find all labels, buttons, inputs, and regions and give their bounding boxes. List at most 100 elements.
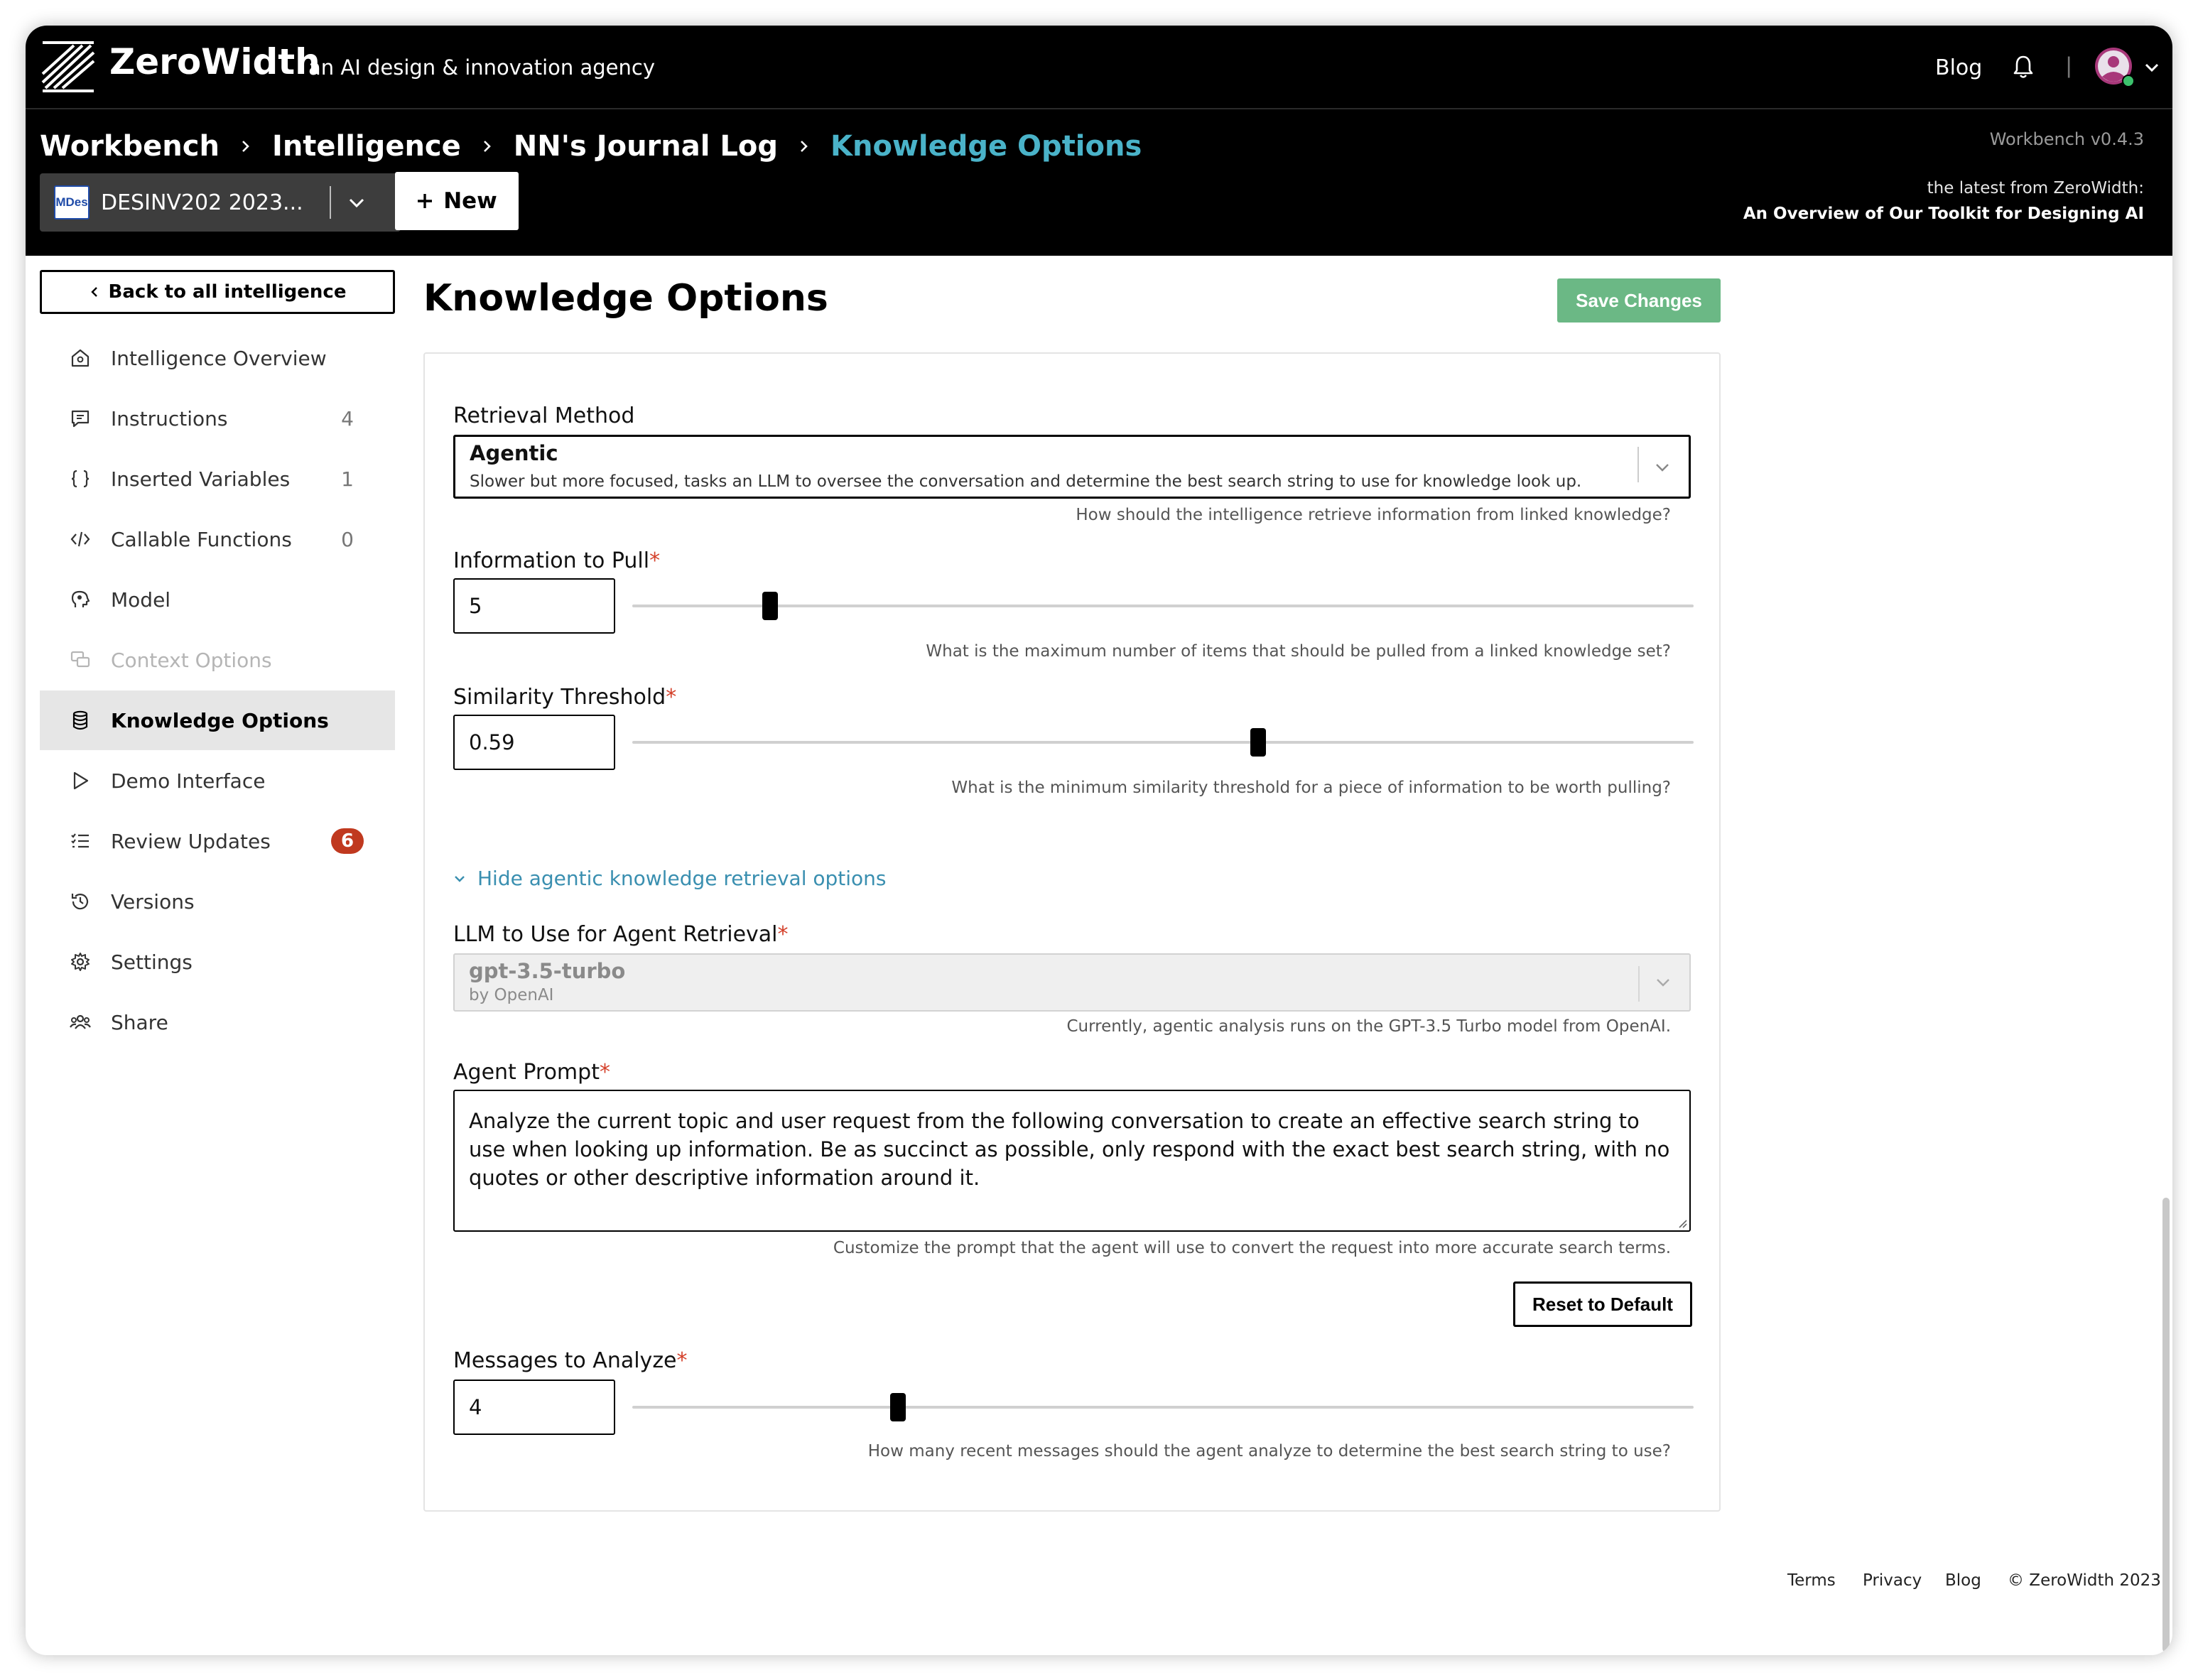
- required-marker: *: [676, 1348, 688, 1373]
- bell-icon[interactable]: [2012, 54, 2035, 80]
- breadcrumb-current: Knowledge Options: [830, 130, 1142, 163]
- slider-thumb[interactable]: [889, 1393, 906, 1421]
- hide-agentic-options-toggle[interactable]: Hide agentic knowledge retrieval options: [453, 867, 887, 890]
- app-window: ZeroWidth an AI design & innovation agen…: [26, 26, 2172, 1655]
- sidebar-item-demo-interface[interactable]: Demo Interface: [40, 751, 395, 811]
- agent-prompt-textarea[interactable]: Analyze the current topic and user reque…: [453, 1090, 1691, 1232]
- retrieval-method-description: Slower but more focused, tasks an LLM to…: [470, 472, 1582, 491]
- messages-input[interactable]: 4: [453, 1380, 615, 1435]
- info-pull-input[interactable]: 5: [453, 578, 615, 634]
- nav-separator: |: [2066, 53, 2072, 78]
- llm-help: Currently, agentic analysis runs on the …: [1066, 1017, 1671, 1036]
- similarity-label: Similarity Threshold*: [453, 685, 676, 710]
- messages-slider[interactable]: [632, 1393, 1694, 1421]
- footer-terms-link[interactable]: Terms: [1787, 1571, 1836, 1590]
- sidebar-item-inserted-variables[interactable]: Inserted Variables 1: [40, 449, 395, 509]
- chevron-down-icon[interactable]: [347, 193, 367, 212]
- user-avatar-icon[interactable]: [2094, 47, 2135, 88]
- sidebar-item-label: Share: [111, 1010, 168, 1034]
- breadcrumb-workbench[interactable]: Workbench: [40, 130, 220, 163]
- similarity-slider[interactable]: [632, 728, 1694, 757]
- back-label: Back to all intelligence: [108, 281, 347, 303]
- chevron-down-icon[interactable]: [2143, 58, 2161, 77]
- sidebar-item-knowledge-options[interactable]: Knowledge Options: [40, 690, 395, 750]
- slider-thumb[interactable]: [1250, 728, 1267, 757]
- retrieval-method-select[interactable]: Agentic Slower but more focused, tasks a…: [453, 435, 1691, 499]
- code-icon: [70, 531, 90, 547]
- sidebar-item-versions[interactable]: Versions: [40, 872, 395, 931]
- info-pull-help: What is the maximum number of items that…: [926, 642, 1671, 661]
- sidebar-item-label: Model: [111, 587, 171, 612]
- sidebar-item-count: 4: [341, 406, 354, 430]
- scrollbar[interactable]: [2162, 1198, 2170, 1652]
- info-pull-label: Information to Pull*: [453, 548, 660, 573]
- messages-label-text: Messages to Analyze: [453, 1348, 677, 1373]
- sidebar-item-label: Context Options: [111, 648, 272, 672]
- version-label: Workbench v0.4.3: [1989, 129, 2144, 149]
- required-marker: *: [666, 685, 677, 710]
- info-pull-slider[interactable]: [632, 592, 1694, 620]
- new-button[interactable]: New: [395, 172, 519, 230]
- reset-to-default-button[interactable]: Reset to Default: [1513, 1281, 1692, 1327]
- sidebar-item-count: 1: [341, 467, 354, 491]
- play-icon: [73, 771, 89, 790]
- page-title: Knowledge Options: [423, 277, 828, 320]
- latest-label: the latest from ZeroWidth:: [1927, 179, 2144, 197]
- sidebar-item-settings[interactable]: Settings: [40, 932, 395, 992]
- info-pull-label-text: Information to Pull: [453, 548, 650, 573]
- sidebar-item-label: Review Updates: [111, 829, 271, 853]
- sidebar-item-review-updates[interactable]: Review Updates 6: [40, 811, 395, 871]
- messages-help: How many recent messages should the agen…: [867, 1442, 1671, 1460]
- sidebar-item-model[interactable]: Model: [40, 570, 395, 629]
- zerowidth-logo-icon[interactable]: [40, 38, 97, 95]
- breadcrumb-journal-log[interactable]: NN's Journal Log: [514, 130, 778, 163]
- sidebar-item-label: Inserted Variables: [111, 467, 291, 491]
- sidebar-item-instructions[interactable]: Instructions 4: [40, 389, 395, 448]
- nav-blog-link[interactable]: Blog: [1935, 55, 1982, 80]
- chevron-down-icon: [1657, 979, 1669, 987]
- sidebar-item-count: 0: [341, 527, 354, 551]
- header: ZeroWidth an AI design & innovation agen…: [26, 26, 2172, 256]
- resize-grip-icon[interactable]: [1675, 1216, 1688, 1229]
- chevron-left-icon: [90, 287, 97, 297]
- similarity-help: What is the minimum similarity threshold…: [951, 779, 1671, 797]
- plus-icon: [418, 194, 433, 208]
- sidebar-item-context-options[interactable]: Context Options: [40, 630, 395, 690]
- project-logo: MDes: [54, 185, 90, 220]
- breadcrumb-intelligence[interactable]: Intelligence: [272, 130, 461, 163]
- chevron-right-icon: [483, 141, 491, 152]
- chevron-down-icon: [1656, 464, 1669, 472]
- sidebar-item-share[interactable]: Share: [40, 992, 395, 1052]
- database-icon: [72, 710, 88, 730]
- brand-tagline: an AI design & innovation agency: [308, 55, 656, 80]
- retrieval-method-label: Retrieval Method: [453, 403, 635, 428]
- footer-privacy-link[interactable]: Privacy: [1863, 1571, 1922, 1590]
- footer-blog-link[interactable]: Blog: [1945, 1571, 1981, 1590]
- slider-thumb[interactable]: [762, 592, 779, 620]
- sidebar-item-label: Knowledge Options: [111, 708, 329, 732]
- chevron-down-icon: [455, 875, 465, 882]
- new-button-label: New: [443, 188, 497, 214]
- message-square-icon: [71, 410, 90, 428]
- sidebar-item-callable-functions[interactable]: Callable Functions 0: [40, 509, 395, 569]
- top-nav: ZeroWidth an AI design & innovation agen…: [26, 26, 2172, 109]
- required-marker: *: [599, 1060, 610, 1085]
- back-to-all-button[interactable]: Back to all intelligence: [40, 270, 395, 314]
- brand-name[interactable]: ZeroWidth: [109, 41, 320, 82]
- braces-icon: [71, 470, 90, 488]
- latest-article-link[interactable]: An Overview of Our Toolkit for Designing…: [1743, 205, 2144, 223]
- project-select[interactable]: MDes DESINV202 2023...: [40, 173, 401, 232]
- similarity-input[interactable]: 0.59: [453, 715, 615, 770]
- sidebar-item-label: Settings: [111, 950, 193, 974]
- home-gear-icon: [71, 349, 90, 367]
- chevron-right-icon: [801, 141, 808, 152]
- retrieval-method-help: How should the intelligence retrieve inf…: [1076, 506, 1671, 524]
- brain-head-icon: [71, 590, 90, 607]
- save-changes-button[interactable]: Save Changes: [1557, 278, 1721, 323]
- users-icon: [70, 1014, 91, 1029]
- sidebar-item-intelligence-overview[interactable]: Intelligence Overview: [40, 328, 395, 388]
- llm-provider: by OpenAI: [469, 986, 554, 1004]
- chevron-right-icon: [242, 141, 249, 152]
- divider: [330, 186, 331, 219]
- llm-label: LLM to Use for Agent Retrieval*: [453, 922, 789, 947]
